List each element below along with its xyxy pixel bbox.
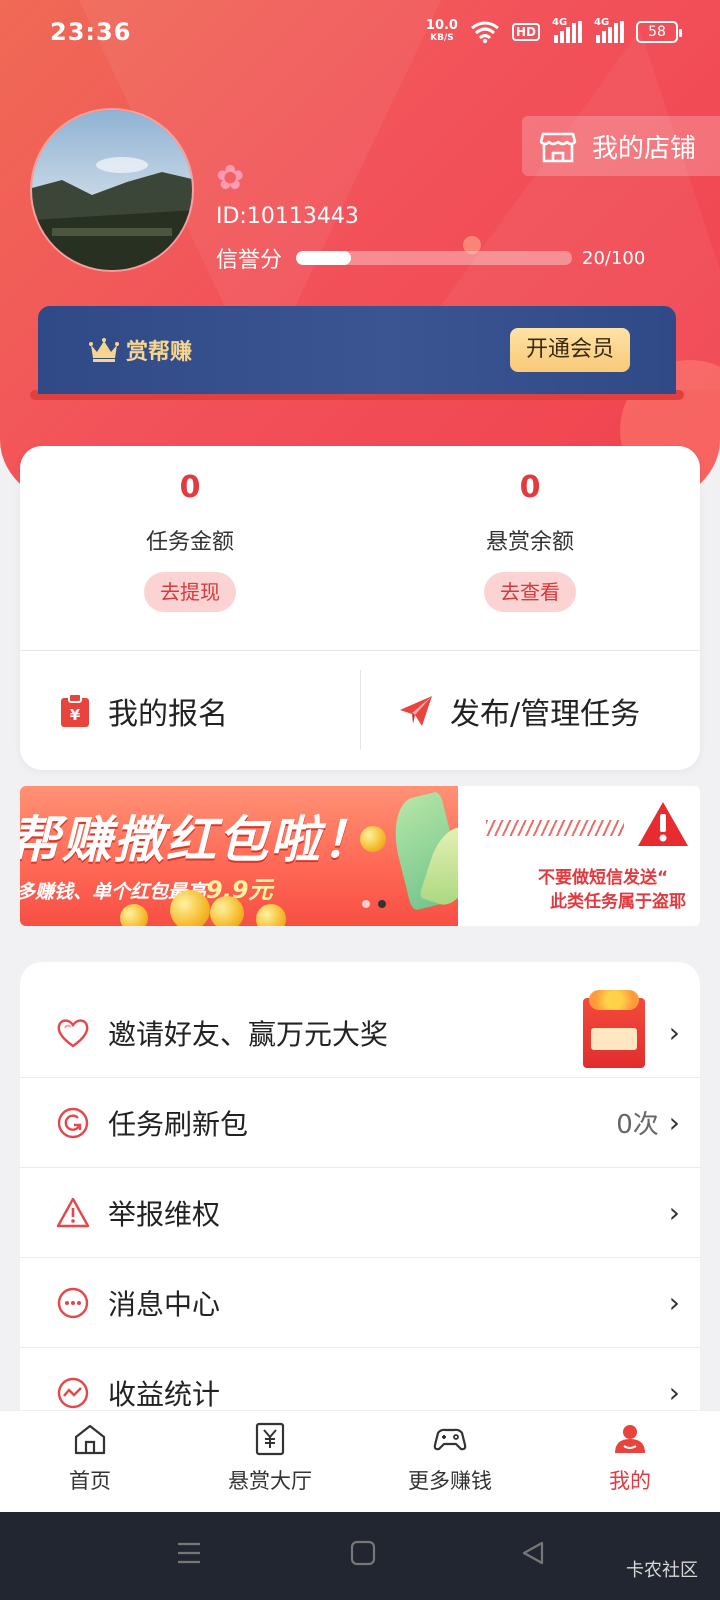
system-navigation-bar: 卡农社区 — [0, 1512, 720, 1600]
tab-mine[interactable]: 我的 — [540, 1411, 720, 1512]
menu-item-label: 收益统计 — [108, 1377, 221, 1411]
tab-label: 悬赏大厅 — [228, 1469, 312, 1493]
menu-item-report[interactable]: 举报维权 › — [20, 1168, 700, 1258]
my-signups-button[interactable]: ¥ 我的报名 — [58, 652, 228, 770]
divider — [20, 650, 700, 651]
hd-voice-badge: HD — [511, 23, 540, 41]
crown-icon — [89, 338, 119, 362]
task-amount-value: 0 — [179, 470, 201, 505]
coin-decoration — [210, 896, 244, 926]
bottom-tab-bar: 首页 悬赏大厅 更多赚钱 我的 — [0, 1410, 720, 1512]
chevron-right-icon: › — [668, 1286, 680, 1319]
avatar[interactable] — [30, 108, 194, 272]
refresh-count: 0次 — [616, 1110, 659, 1140]
vip-card[interactable]: 赏帮赚 开通会员 — [38, 306, 676, 394]
coin-decoration — [360, 826, 386, 852]
status-time: 23:36 — [50, 18, 132, 46]
user-icon — [615, 1425, 645, 1453]
chevron-right-icon: › — [668, 1106, 680, 1139]
stats-icon — [57, 1377, 89, 1408]
network-speed: 10.0 KB/S — [425, 18, 458, 43]
credit-score-text: 20/100 — [582, 247, 646, 269]
credit-progress-bar — [296, 251, 573, 265]
warning-text: 不要做短信发送“ 此类任务属于盗耶 — [538, 868, 686, 912]
warning-icon — [56, 1197, 90, 1227]
task-amount-label: 任务金额 — [145, 530, 234, 555]
menu-item-message-center[interactable]: 消息中心 › — [20, 1258, 700, 1348]
stats-card: 0 任务金额 去提现 0 悬赏余额 去查看 ¥ 我的报名 发布/管理任务 — [20, 446, 700, 770]
red-packet-banner[interactable]: 帮赚撒红包啦！ 多赚钱、单个红包最高9.9元 — [20, 786, 458, 926]
flower-icon: ✿ — [216, 158, 245, 198]
menu-item-invite-friends[interactable]: 邀请好友、赢万元大奖 › — [20, 962, 700, 1078]
wifi-icon — [471, 21, 499, 44]
user-id: ID:10113443 — [216, 204, 359, 229]
paper-plane-icon — [400, 696, 432, 726]
menu-item-label: 消息中心 — [108, 1287, 221, 1321]
coin-decoration — [256, 904, 286, 926]
warning-icon — [638, 802, 688, 846]
vip-title: 赏帮赚 — [126, 340, 193, 365]
warning-banner[interactable]: 不要做短信发送“ 此类任务属于盗耶 — [458, 786, 700, 926]
gamepad-icon — [433, 1428, 467, 1451]
publish-manage-task-label: 发布/管理任务 — [450, 697, 641, 732]
red-packet-icon — [582, 989, 645, 1068]
svg-text:¥: ¥ — [70, 706, 81, 724]
menu-list: 邀请好友、赢万元大奖 › 任务刷新包 0次 › 举报维权 › 消息中心 › 收益… — [20, 962, 700, 1422]
reward-balance-label: 悬赏余额 — [485, 530, 574, 555]
credit-label: 信誉分 — [216, 248, 283, 273]
tab-reward-hall[interactable]: 悬赏大厅 — [180, 1411, 360, 1512]
hatch-decoration — [486, 820, 624, 836]
heart-icon — [57, 1018, 89, 1047]
my-signups-label: 我的报名 — [108, 697, 228, 732]
my-shop-button[interactable]: 我的店铺 — [522, 116, 720, 176]
carousel-dot — [362, 900, 370, 908]
menu-item-label: 举报维权 — [108, 1197, 221, 1231]
carousel-dot-active — [378, 900, 386, 908]
coin-decoration — [170, 890, 210, 926]
signal-icon: 4G — [594, 17, 624, 43]
tab-more-earnings[interactable]: 更多赚钱 — [360, 1411, 540, 1512]
coin-decoration — [120, 904, 148, 926]
menu-icon[interactable] — [176, 1540, 202, 1566]
reward-balance-section: 0 悬赏余额 去查看 — [360, 466, 700, 612]
banner-title: 帮赚撒红包啦！ — [20, 811, 374, 869]
shop-icon — [539, 132, 577, 163]
credit-score-row: 信誉分 20/100 — [216, 242, 645, 274]
tab-home[interactable]: 首页 — [0, 1411, 180, 1512]
tab-label: 我的 — [609, 1469, 651, 1493]
task-amount-section: 0 任务金额 去提现 — [20, 466, 360, 612]
status-bar: 23:36 10.0 KB/S HD 4G 4G 58 — [0, 0, 720, 64]
view-balance-button[interactable]: 去查看 — [484, 572, 576, 612]
clipboard-yuan-icon: ¥ — [61, 693, 89, 727]
yuan-doc-icon — [255, 1422, 285, 1456]
home-nav-icon[interactable] — [350, 1540, 376, 1566]
battery-icon: 58 — [636, 21, 682, 43]
tab-label: 更多赚钱 — [408, 1469, 492, 1493]
withdraw-button[interactable]: 去提现 — [144, 572, 236, 612]
open-membership-button[interactable]: 开通会员 — [509, 328, 630, 372]
menu-item-label: 邀请好友、赢万元大奖 — [108, 1017, 389, 1051]
divider — [360, 670, 361, 750]
chevron-right-icon: › — [668, 1196, 680, 1229]
promo-banner-carousel[interactable]: 帮赚撒红包啦！ 多赚钱、单个红包最高9.9元 不要做短信发送“ 此类任务属于盗耶 — [20, 786, 700, 926]
menu-item-refresh-pack[interactable]: 任务刷新包 0次 › — [20, 1078, 700, 1168]
publish-manage-task-button[interactable]: 发布/管理任务 — [398, 652, 640, 770]
back-icon[interactable] — [520, 1540, 546, 1566]
refresh-icon — [57, 1107, 89, 1138]
home-icon — [74, 1424, 106, 1455]
message-icon — [57, 1287, 89, 1318]
chevron-right-icon: › — [668, 1016, 680, 1049]
watermark: 卡农社区 — [626, 1560, 698, 1581]
tab-label: 首页 — [69, 1469, 111, 1493]
menu-item-label: 任务刷新包 — [108, 1107, 249, 1141]
reward-balance-value: 0 — [519, 470, 541, 505]
chevron-right-icon: › — [668, 1376, 680, 1409]
signal-icon: 4G — [552, 17, 582, 43]
shop-button-label: 我的店铺 — [592, 133, 697, 164]
